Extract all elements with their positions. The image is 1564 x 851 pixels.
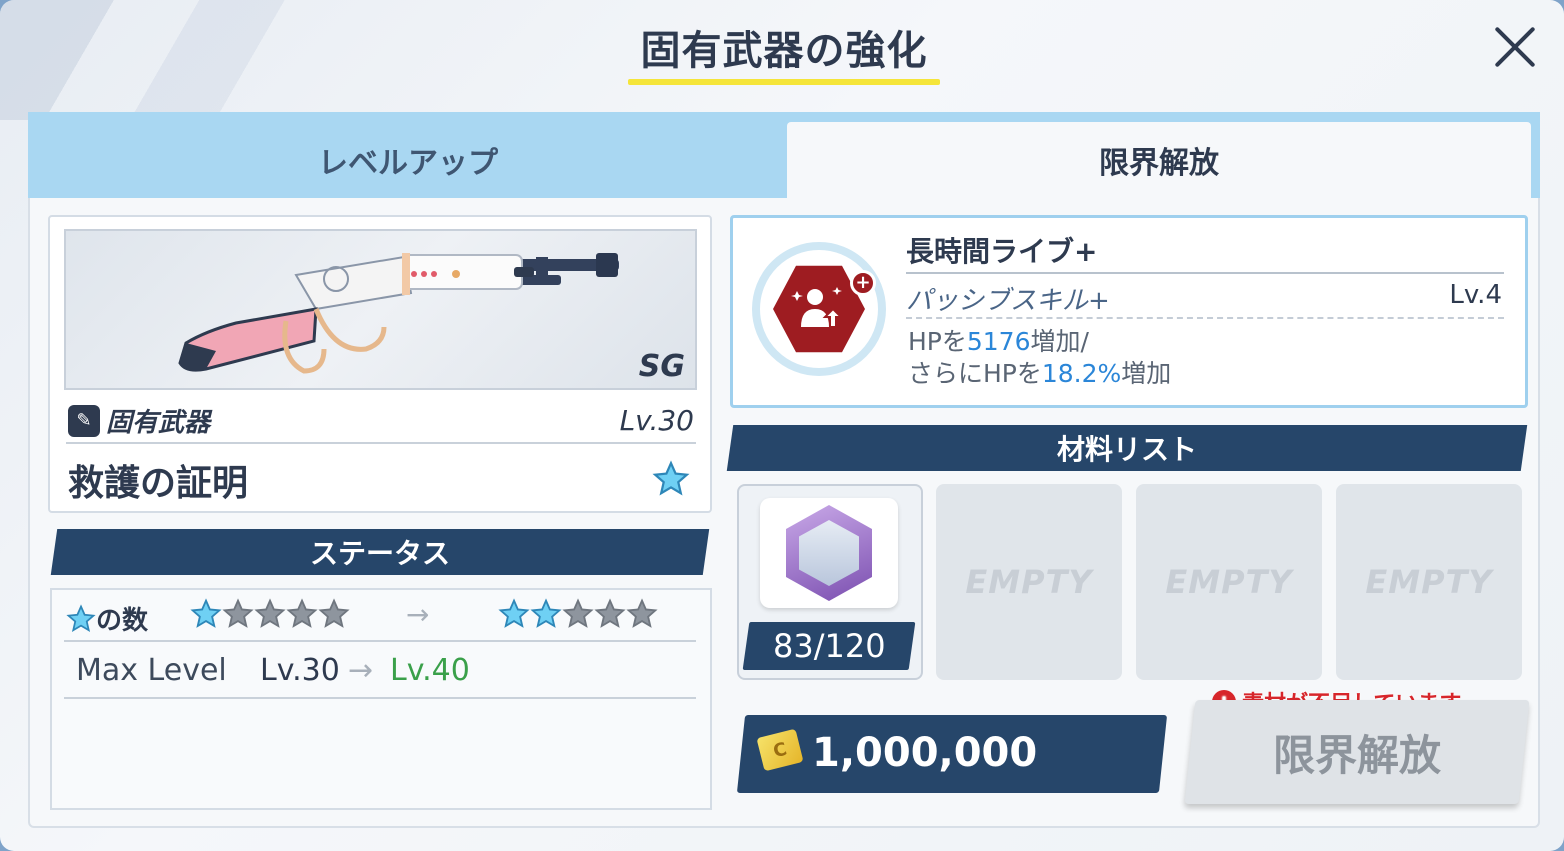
star-empty-icon <box>626 598 658 628</box>
material-slot-empty: EMPTY <box>936 484 1122 680</box>
divider <box>906 317 1504 319</box>
arrow-icon: → <box>348 653 374 688</box>
star-count-label: の数 <box>66 600 148 637</box>
weapon-image: SG <box>64 229 697 390</box>
star-filled-icon <box>190 598 222 628</box>
star-empty-icon <box>594 598 626 628</box>
plus-icon: + <box>850 270 876 296</box>
page-title: 固有武器の強化 <box>640 28 928 74</box>
skill-name: 長時間ライブ+ <box>906 235 1098 268</box>
upgrade-window: 固有武器の強化 レベルアップ 限界解放 SG ✎ 固有武器 Lv.30 救護の証… <box>0 0 1564 851</box>
max-level-to: Lv.40 <box>390 653 470 688</box>
star-empty-icon <box>222 598 254 628</box>
material-item[interactable] <box>760 498 898 608</box>
weapon-type: ✎ 固有武器 <box>68 402 210 439</box>
skill-description: HPを5176増加/ さらにHPを18.2%増加 <box>908 327 1172 388</box>
cost-value: 1,000,000 <box>812 730 1038 776</box>
character-portrait <box>799 520 859 586</box>
weapon-type-label: 固有武器 <box>106 408 211 438</box>
current-stars <box>190 598 350 630</box>
limit-break-button[interactable]: 限界解放 <box>1184 700 1530 804</box>
status-header: ステータス <box>50 529 710 575</box>
max-level-label: Max Level <box>76 653 227 688</box>
divider <box>906 272 1504 274</box>
material-slot-empty: EMPTY <box>1336 484 1522 680</box>
character-hex-icon <box>786 505 872 601</box>
arrow-icon: → <box>406 598 430 631</box>
tab-limit-break[interactable]: 限界解放 <box>787 122 1531 198</box>
unique-weapon-icon: ✎ <box>68 404 100 437</box>
star-empty-icon <box>254 598 286 628</box>
tab-level-up[interactable]: レベルアップ <box>30 122 786 198</box>
material-list-header: 材料リスト <box>726 425 1528 471</box>
star-filled-icon <box>498 598 530 628</box>
star-icon <box>652 460 690 496</box>
material-slot-empty: EMPTY <box>1136 484 1322 680</box>
material-count: 83/120 <box>742 622 916 670</box>
user-up-icon <box>791 287 844 328</box>
star-filled-icon <box>530 598 562 628</box>
max-level-row: Max Level Lv.30 → Lv.40 <box>64 645 696 699</box>
weapon-level: Lv.30 <box>619 404 694 437</box>
skill-type: パッシブスキル+ <box>906 286 1110 316</box>
close-icon[interactable] <box>1490 22 1540 72</box>
shotgun-icon <box>178 253 619 374</box>
weapon-name: 救護の証明 <box>68 463 249 504</box>
next-stars <box>498 598 658 630</box>
skill-icon <box>752 242 886 376</box>
max-level-from: Lv.30 <box>260 653 340 688</box>
weapon-class: SG <box>638 349 685 384</box>
star-empty-icon <box>318 598 350 628</box>
star-icon <box>66 603 96 632</box>
title-underline <box>628 79 940 85</box>
star-count-row: の数 → <box>64 592 696 642</box>
star-empty-icon <box>286 598 318 628</box>
header: 固有武器の強化 <box>0 0 1564 90</box>
divider <box>66 442 696 444</box>
star-empty-icon <box>562 598 594 628</box>
skill-level: Lv.4 <box>1449 280 1502 310</box>
